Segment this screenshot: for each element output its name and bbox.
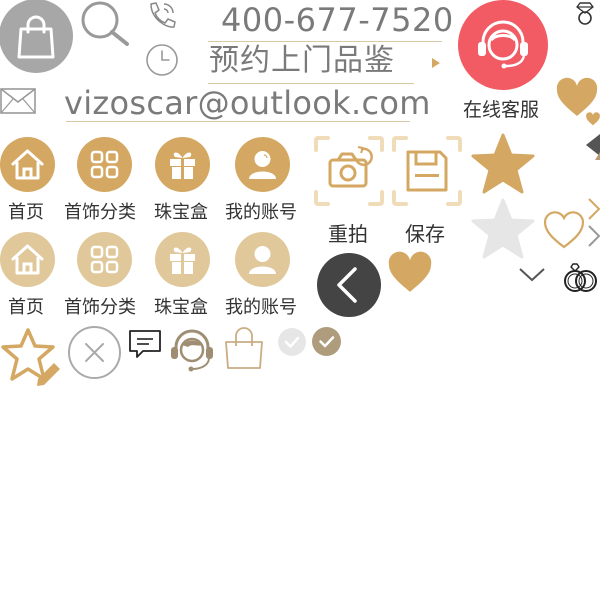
search-icon[interactable] <box>80 0 132 48</box>
star-icon[interactable] <box>470 197 536 261</box>
phone-icon <box>145 0 177 32</box>
heart-icon <box>586 112 600 126</box>
partial-icon <box>583 134 600 160</box>
nav-label-home[interactable]: 首页 <box>8 296 44 320</box>
online-service-label[interactable]: 在线客服 <box>463 97 539 123</box>
retake-label[interactable]: 重拍 <box>328 221 368 247</box>
account-icon[interactable] <box>235 137 290 192</box>
check-icon[interactable] <box>278 328 306 356</box>
home-icon[interactable] <box>0 232 55 287</box>
save-label[interactable]: 保存 <box>405 221 445 247</box>
close-icon[interactable] <box>68 326 121 379</box>
email-icon <box>0 88 36 114</box>
nav-label-account[interactable]: 我的账号 <box>225 201 297 225</box>
nav-label-category[interactable]: 首饰分类 <box>64 296 136 320</box>
heart-outline-icon[interactable] <box>543 210 585 250</box>
save-icon[interactable] <box>392 136 462 206</box>
camera-icon[interactable] <box>314 136 384 206</box>
shopping-bag-icon[interactable] <box>222 326 266 370</box>
home-icon[interactable] <box>0 137 55 192</box>
chevron-down-icon[interactable] <box>519 268 545 282</box>
chevron-right-icon[interactable] <box>588 225 600 247</box>
headset-avatar-icon[interactable] <box>168 325 216 373</box>
category-icon[interactable] <box>77 137 132 192</box>
nav-label-category[interactable]: 首饰分类 <box>64 201 136 225</box>
chevron-right-icon[interactable] <box>588 198 600 220</box>
star-icon[interactable] <box>470 132 536 196</box>
nav-label-home[interactable]: 首页 <box>8 201 44 225</box>
back-arrow-icon[interactable] <box>317 253 381 317</box>
check-icon[interactable] <box>312 327 341 356</box>
booking-label[interactable]: 预约上门品鉴 <box>209 42 395 80</box>
nav-label-jewelry-box[interactable]: 珠宝盒 <box>154 296 208 320</box>
phone-number[interactable]: 400-677-7520 <box>221 0 454 40</box>
nav-label-jewelry-box[interactable]: 珠宝盒 <box>154 201 208 225</box>
heart-icon[interactable] <box>388 251 432 294</box>
arrow-right-icon[interactable] <box>430 57 442 69</box>
divider <box>66 121 410 122</box>
comment-icon[interactable] <box>128 329 162 359</box>
clock-icon <box>145 43 179 77</box>
edit-star-icon[interactable] <box>0 327 62 387</box>
nav-label-account[interactable]: 我的账号 <box>225 296 297 320</box>
shopping-bag-icon[interactable] <box>0 0 73 73</box>
email-address[interactable]: vizoscar@outlook.com <box>64 83 431 123</box>
wedding-rings-icon <box>562 262 600 294</box>
gift-box-icon[interactable] <box>155 137 210 192</box>
diamond-ring-icon <box>572 0 598 26</box>
customer-service-icon[interactable] <box>458 0 548 90</box>
gift-box-icon[interactable] <box>155 232 210 287</box>
category-icon[interactable] <box>77 232 132 287</box>
account-icon[interactable] <box>235 232 290 287</box>
